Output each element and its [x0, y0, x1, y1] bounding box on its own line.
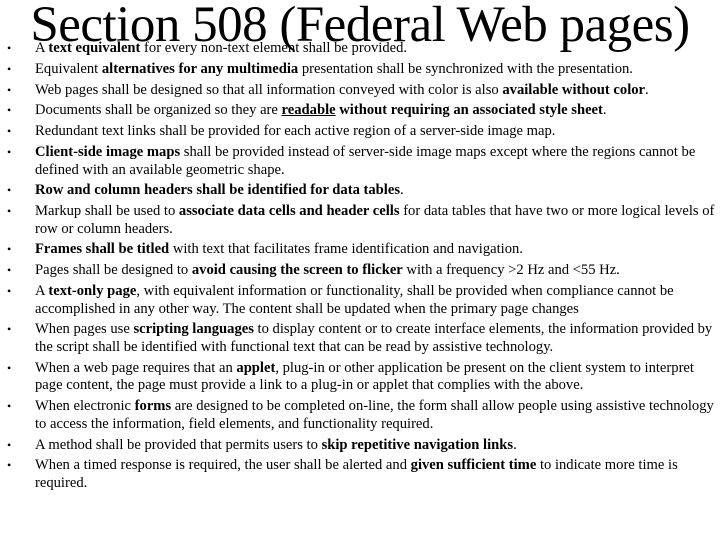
emphasis-text: readable	[281, 102, 336, 119]
bullet-icon: •	[7, 82, 12, 97]
list-item: • Client-side image maps shall be provide…	[0, 144, 715, 179]
emphasis-text: without requiring an associated style sh…	[335, 102, 603, 119]
body-text: A	[35, 283, 49, 299]
bullet-icon: •	[7, 41, 12, 55]
bullet-icon: •	[7, 284, 12, 298]
body-text: When electronic	[35, 398, 135, 415]
list-item: • Equivalent alternatives for any multime…	[0, 61, 715, 79]
list-item: • Frames shall be titled with text that f…	[0, 241, 715, 259]
list-item: • When a web page requires that an applet…	[0, 360, 715, 395]
body-text: A method shall be provided that permits …	[35, 436, 322, 453]
emphasis-text: Row and column headers shall be identifi…	[35, 182, 401, 199]
body-text: .	[400, 182, 404, 199]
emphasis-text: text equivalent	[48, 40, 141, 56]
body-text: presentation shall be synchronized with …	[298, 60, 633, 77]
emphasis-text: associate data cells and header cells	[178, 203, 400, 220]
body-text: with text that facilitates frame identif…	[169, 241, 523, 258]
body-text: When a web page requires that an	[35, 359, 237, 376]
list-item: • Documents shall be organized so they ar…	[0, 102, 715, 120]
bullet-icon: •	[7, 183, 12, 198]
body-text: Markup shall be used to	[35, 203, 179, 220]
emphasis-text: Client-side image maps	[35, 143, 181, 160]
body-text: Pages shall be designed to	[35, 262, 192, 279]
emphasis-text: forms	[134, 398, 172, 415]
emphasis-text: applet	[236, 359, 276, 376]
emphasis-text: Frames shall be titled	[35, 241, 170, 258]
list-item: • A text-only page, with equivalent infor…	[0, 283, 715, 318]
body-text: .	[645, 81, 649, 98]
bullet-icon: •	[7, 61, 12, 76]
body-text: Redundant text links shall be provided f…	[35, 123, 556, 140]
list-item: • When a timed response is required, the …	[0, 457, 715, 492]
bullet-icon: •	[7, 144, 12, 159]
list-item: • Markup shall be used to associate data …	[0, 203, 715, 238]
list-item: • Row and column headers shall be identif…	[0, 182, 715, 200]
emphasis-text: given sufficient time	[410, 457, 537, 474]
body-text: with a frequency >2 Hz and <55 Hz.	[402, 262, 620, 279]
list-item: • Pages shall be designed to avoid causin…	[0, 262, 715, 280]
bullet-icon: •	[7, 458, 12, 473]
list-item: • When electronic forms are designed to b…	[0, 398, 715, 433]
list-item: • A text equivalent for every non-text el…	[0, 40, 715, 58]
bullet-icon: •	[7, 322, 12, 337]
body-text: .	[602, 102, 607, 119]
body-text: .	[513, 436, 517, 453]
bullet-icon: •	[7, 242, 12, 257]
list-item: • A method shall be provided that permits…	[0, 437, 715, 455]
emphasis-text: text-only page	[48, 283, 137, 299]
emphasis-text: skip repetitive navigation links	[321, 436, 514, 453]
emphasis-text: available without color	[502, 81, 646, 98]
body-text: Equivalent	[35, 60, 102, 77]
list-item: • Redundant text links shall be provided …	[0, 123, 715, 141]
body-text: Web pages shall be designed so that all …	[35, 81, 503, 98]
emphasis-text: alternatives for any multimedia	[101, 60, 299, 77]
emphasis-text: scripting languages	[133, 321, 254, 338]
bullet-icon: •	[7, 437, 12, 452]
body-text: A	[35, 40, 49, 56]
emphasis-text: avoid causing the screen to flicker	[191, 262, 403, 279]
body-text: When a timed response is required, the u…	[35, 457, 411, 474]
body-text: Documents shall be organized so they are	[35, 102, 282, 119]
body-text: for every non-text element shall be prov…	[140, 40, 408, 56]
bullet-icon: •	[7, 124, 12, 139]
body-text: When pages use	[35, 321, 134, 338]
bullet-icon: •	[7, 263, 12, 278]
bullet-icon: •	[7, 399, 12, 414]
requirements-list: • A text equivalent for every non-text el…	[0, 40, 715, 496]
bullet-icon: •	[7, 103, 12, 118]
list-item: • Web pages shall be designed so that all…	[0, 82, 715, 100]
bullet-icon: •	[7, 204, 12, 219]
bullet-icon: •	[7, 360, 12, 375]
list-item: • When pages use scripting languages to d…	[0, 321, 715, 356]
